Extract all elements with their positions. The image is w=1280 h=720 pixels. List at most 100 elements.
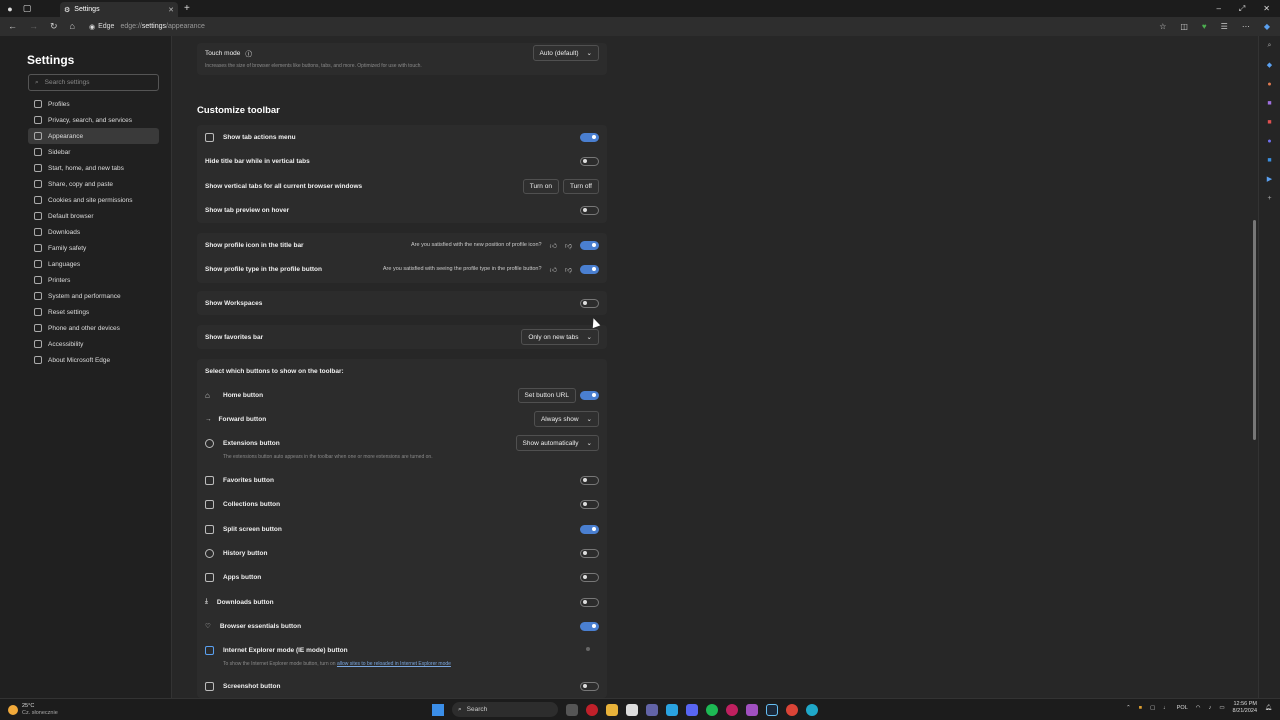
discord-icon[interactable] [686, 703, 698, 716]
forward-icon[interactable]: → [29, 21, 38, 32]
games-icon[interactable]: ● [1265, 79, 1275, 89]
sidebar-item-privacy-search-and-services[interactable]: Privacy, search, and services [28, 112, 159, 128]
forward-button-dropdown[interactable]: Always show ⌄ [533, 411, 599, 427]
shopping-icon[interactable]: ◆ [1265, 60, 1275, 70]
copilot-icon[interactable]: ◆ [1264, 22, 1270, 31]
favorite-star-icon[interactable]: ☆ [1159, 22, 1166, 31]
wifi-icon[interactable]: ◠ [1196, 705, 1201, 711]
hide-title-bar-toggle[interactable] [580, 156, 599, 166]
file-explorer-icon[interactable] [606, 703, 618, 716]
mic-icon[interactable]: ♩ [1163, 705, 1169, 711]
browser-essentials-button-toggle[interactable] [580, 621, 599, 631]
close-tab-icon[interactable]: ✕ [168, 6, 174, 14]
clock[interactable]: 12:56 PM 8/21/2024 [1233, 701, 1257, 715]
split-screen-icon[interactable]: ◫ [1180, 22, 1188, 31]
favorites-bar-dropdown[interactable]: Only on new tabs ⌄ [521, 329, 599, 345]
sidebar-item-cookies-and-site-permissions[interactable]: Cookies and site permissions [28, 192, 159, 208]
sidebar-item-printers[interactable]: Printers [28, 272, 159, 288]
home-button-toggle[interactable] [580, 390, 599, 400]
turn-on-button[interactable]: Turn on [522, 178, 559, 194]
minimize-button[interactable]: – [1216, 4, 1220, 14]
outlook-icon[interactable]: ■ [1265, 155, 1275, 165]
copilot-icon[interactable]: ● [1265, 136, 1275, 146]
touch-mode-dropdown[interactable]: Auto (default) ⌄ [532, 45, 599, 61]
sidebar-item-appearance[interactable]: Appearance [28, 128, 159, 144]
app-icon[interactable] [746, 703, 758, 716]
sidebar-item-default-browser[interactable]: Default browser [28, 208, 159, 224]
tools-icon[interactable]: ■ [1265, 98, 1275, 108]
steam-icon[interactable] [766, 703, 778, 716]
help-icon[interactable]: ⓘ [245, 48, 252, 58]
home-icon[interactable]: ⌂ [70, 21, 75, 32]
spotify-icon[interactable] [706, 703, 718, 716]
notification-bell-icon[interactable]: 🔔︎ [1265, 705, 1272, 711]
scrollbar[interactable] [1253, 40, 1257, 690]
language-indicator[interactable]: POL [1177, 705, 1188, 711]
tab-actions-icon[interactable]: ▢ [20, 2, 34, 16]
thumbs-up-icon[interactable]: 👍︎ [550, 241, 557, 250]
back-icon[interactable]: ← [8, 21, 17, 32]
sidebar-item-languages[interactable]: Languages [28, 256, 159, 272]
chevron-up-icon[interactable]: ⌃ [1126, 705, 1131, 711]
more-icon[interactable]: ⋯ [1242, 22, 1250, 31]
search-input[interactable]: ⌕ Search settings [28, 74, 159, 91]
sidebar-item-downloads[interactable]: Downloads [28, 224, 159, 240]
url-field[interactable]: ◉ Edge edge://settings/appearance [89, 23, 205, 31]
opera-icon[interactable] [586, 703, 598, 716]
sidebar-item-about-microsoft-edge[interactable]: About Microsoft Edge [28, 352, 159, 368]
sidebar-item-profiles[interactable]: Profiles [28, 96, 159, 112]
tab-preview-toggle[interactable] [580, 205, 599, 215]
sidebar-item-start-home-and-new-tabs[interactable]: Start, home, and new tabs [28, 160, 159, 176]
workspaces-toggle[interactable] [580, 298, 599, 308]
taskbar-search[interactable]: ⌕ Search [452, 702, 558, 717]
profile-icon[interactable]: ● [3, 2, 17, 16]
history-button-toggle[interactable] [580, 548, 599, 558]
profile-type-toggle[interactable] [580, 264, 599, 274]
sidebar-item-accessibility[interactable]: Accessibility [28, 336, 159, 352]
start-button-icon[interactable] [432, 703, 444, 716]
notepad-icon[interactable] [626, 703, 638, 716]
edge-icon[interactable] [806, 703, 818, 716]
scrollbar-thumb[interactable] [1253, 220, 1256, 440]
split-screen-button-toggle[interactable] [580, 524, 599, 534]
volume-icon[interactable]: ♪ [1209, 705, 1212, 711]
sidebar-item-system-and-performance[interactable]: System and performance [28, 288, 159, 304]
show-tab-actions-toggle[interactable] [580, 132, 599, 142]
profile-icon-toggle[interactable] [580, 240, 599, 250]
task-view-icon[interactable] [566, 703, 578, 716]
screenshot-button-toggle[interactable] [580, 681, 599, 691]
add-icon[interactable]: + [1265, 193, 1275, 203]
sidebar-item-share-copy-and-paste[interactable]: Share, copy and paste [28, 176, 159, 192]
collections-button-toggle[interactable] [580, 499, 599, 509]
tray-app-icon[interactable]: ■ [1139, 705, 1142, 711]
sidebar-item-reset-settings[interactable]: Reset settings [28, 304, 159, 320]
sidebar-item-sidebar[interactable]: Sidebar [28, 144, 159, 160]
sidebar-item-phone-and-other-devices[interactable]: Phone and other devices [28, 320, 159, 336]
apps-button-toggle[interactable] [580, 572, 599, 582]
telegram-icon[interactable] [666, 703, 678, 716]
chrome-icon[interactable] [786, 703, 798, 716]
weather-widget[interactable]: 25°C Cz. słonecznie [8, 703, 58, 717]
favorites-button-toggle[interactable] [580, 475, 599, 485]
extensions-button-dropdown[interactable]: Show automatically ⌄ [515, 435, 599, 451]
new-tab-button[interactable]: + [184, 3, 190, 14]
teams-icon[interactable] [646, 703, 658, 716]
office-icon[interactable]: ■ [1265, 117, 1275, 127]
favorites-icon[interactable]: ☰ [1221, 22, 1228, 31]
search-icon[interactable]: ⌕ [1265, 41, 1275, 51]
thumbs-down-icon[interactable]: 👎︎ [565, 265, 572, 274]
send-icon[interactable]: ▶ [1265, 174, 1275, 184]
ie-mode-link[interactable]: allow sites to be reloaded in Internet E… [337, 661, 451, 667]
sidebar-item-family-safety[interactable]: Family safety [28, 240, 159, 256]
turn-off-button[interactable]: Turn off [562, 178, 599, 194]
browser-essentials-icon[interactable]: ♥ [1202, 22, 1207, 31]
close-window-button[interactable]: ✕ [1263, 4, 1270, 14]
maximize-button[interactable]: ⤢ [1239, 4, 1245, 14]
downloads-button-toggle[interactable] [580, 597, 599, 607]
refresh-icon[interactable]: ↻ [50, 21, 58, 32]
thumbs-up-icon[interactable]: 👍︎ [550, 265, 557, 274]
set-button-url-button[interactable]: Set button URL [517, 387, 576, 403]
thumbs-down-icon[interactable]: 👎︎ [565, 241, 572, 250]
app-icon[interactable] [726, 703, 738, 716]
tray-app-icon[interactable]: ▢ [1150, 705, 1155, 711]
